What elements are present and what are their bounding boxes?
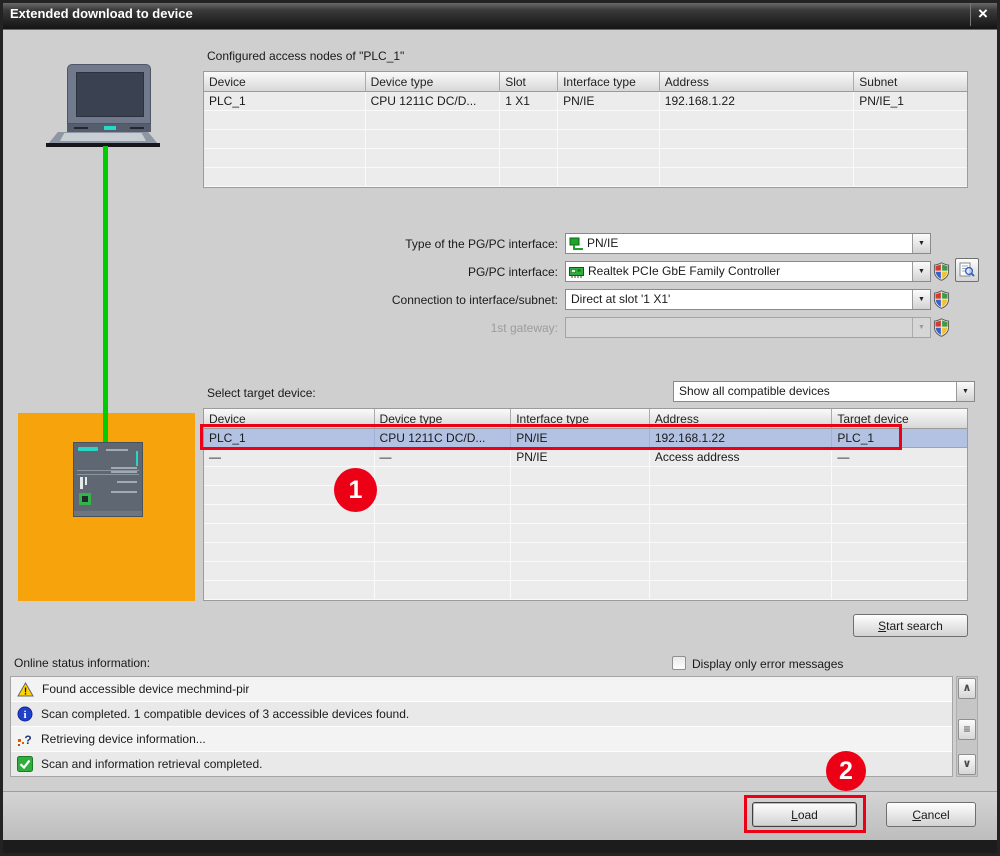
plc-led [79,493,91,505]
magnifier-icon [959,262,975,278]
svg-text:i: i [23,709,26,721]
table-header-row: Device Device type Slot Interface type A… [204,72,967,92]
gateway-dropdown: ▼ [565,317,931,338]
warning-icon: ! [17,682,34,697]
security-shield-icon [933,262,950,281]
error-only-label: Display only error messages [692,657,843,671]
status-message: ? Retrieving device information... [11,727,952,752]
subnet-connection-dropdown[interactable]: Direct at slot '1 X1' ▼ [565,289,931,310]
device-filter-value: Show all compatible devices [679,382,956,401]
laptop-keyboard [60,133,146,141]
chevron-down-icon[interactable]: ▼ [912,262,930,281]
pgpc-interface-label: PG/PC interface: [250,265,558,279]
pgpc-interface-value: Realtek PCIe GbE Family Controller [588,262,912,281]
column-header: Device type [366,72,501,92]
dialog-title: Extended download to device [10,6,193,21]
chevron-down-icon: ▼ [912,318,930,337]
browse-devices-button[interactable] [955,258,979,282]
chevron-down-icon[interactable]: ▼ [956,382,974,401]
pgpc-type-label: Type of the PG/PC interface: [250,237,558,251]
table-row-empty [204,486,967,505]
laptop-power-light [104,126,116,130]
scroll-thumb[interactable]: ≡ [958,719,976,740]
select-target-label: Select target device: [207,386,316,400]
status-message-list: ! Found accessible device mechmind-pir i… [10,676,953,777]
laptop-detail [130,127,144,129]
siemens-logo [78,447,98,451]
subnet-connection-label: Connection to interface/subnet: [250,293,558,307]
table-row-empty [204,543,967,562]
annotation-step-2: 2 [826,751,866,791]
scroll-up-icon[interactable]: ∧ [958,678,976,699]
plc-illustration [73,442,143,517]
security-shield-icon [933,290,950,309]
table-row-empty [204,562,967,581]
annotation-box-load-button [744,795,866,833]
table-row-empty [204,149,967,168]
success-check-icon [17,756,33,772]
table-row-empty [204,581,967,600]
annotation-box-selected-row [200,424,902,450]
status-message: Scan and information retrieval completed… [11,752,952,776]
error-only-checkbox[interactable] [672,656,686,670]
annotation-step-1: 1 [334,468,377,512]
extended-download-dialog: Extended download to device × Flash LED [0,0,1000,856]
status-message: i Scan completed. 1 compatible devices o… [11,702,952,727]
scroll-down-icon[interactable]: ∨ [958,754,976,775]
column-header: Address [660,72,854,92]
svg-text:!: ! [24,686,27,697]
table-row-empty [204,505,967,524]
laptop-screen [76,72,144,117]
target-device-row[interactable]: — — PN/IE Access address — [204,448,967,467]
close-icon[interactable]: × [970,3,995,26]
plc-teal-stripe [136,451,138,466]
pgpc-type-dropdown[interactable]: PN/IE ▼ [565,233,931,254]
info-icon: i [17,706,33,722]
title-bar: Extended download to device × [0,0,1000,30]
chevron-down-icon[interactable]: ▼ [912,234,930,253]
column-header: Slot [500,72,558,92]
network-cable [103,146,108,442]
configured-nodes-table: Device Device type Slot Interface type A… [203,71,968,188]
subnet-connection-value: Direct at slot '1 X1' [571,290,912,309]
status-message: ! Found accessible device mechmind-pir [11,677,952,702]
table-row-empty [204,467,967,486]
column-header: Subnet [854,72,967,92]
cancel-button[interactable]: Cancel [886,802,976,827]
svg-text:?: ? [24,733,31,747]
configured-nodes-label: Configured access nodes of "PLC_1" [207,49,404,63]
table-row-empty [204,111,967,130]
gateway-label: 1st gateway: [250,321,558,335]
pnie-network-icon [569,237,584,251]
start-search-button[interactable]: Start search [853,614,968,637]
table-row-empty [204,524,967,543]
table-row-empty [204,168,967,187]
network-card-icon [569,265,585,278]
online-status-label: Online status information: [14,656,150,670]
retrieving-icon: ? [17,731,33,747]
security-shield-icon [933,318,950,337]
chevron-down-icon[interactable]: ▼ [912,290,930,309]
device-filter-dropdown[interactable]: Show all compatible devices ▼ [673,381,975,402]
pgpc-interface-dropdown[interactable]: Realtek PCIe GbE Family Controller ▼ [565,261,931,282]
status-scrollbar[interactable]: ∧ ≡ ∨ [956,676,978,777]
dialog-bottom-edge [0,840,1000,856]
table-row-empty [204,130,967,149]
table-row[interactable]: PLC_1 CPU 1211C DC/D... 1 X1 PN/IE 192.1… [204,92,967,111]
column-header: Device [204,72,366,92]
pgpc-type-value: PN/IE [587,234,912,253]
column-header: Interface type [558,72,660,92]
laptop-detail [74,127,88,129]
